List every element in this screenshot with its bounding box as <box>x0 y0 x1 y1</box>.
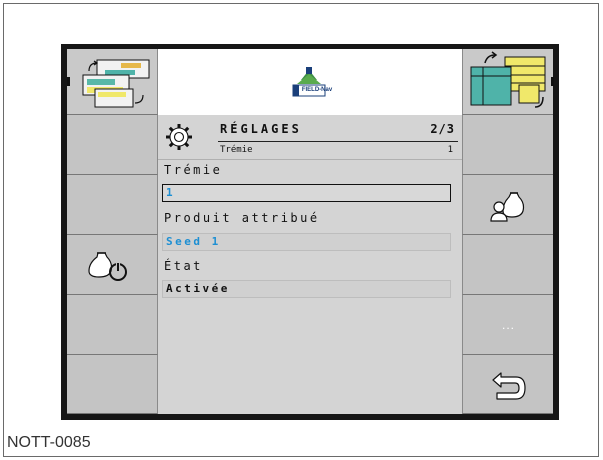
figure-caption: NOTT-0085 <box>7 434 91 451</box>
back-icon <box>492 372 526 400</box>
header-bar: FIELD-Nav <box>158 49 462 115</box>
product-label: Produit attribué <box>164 211 320 225</box>
state-label: État <box>164 259 203 273</box>
softkey-right-3[interactable] <box>462 175 553 235</box>
softkey-right-2[interactable] <box>462 115 553 175</box>
subtitle-value: 1 <box>447 145 453 155</box>
main-panel: FIELD-Nav RÉGLAGES 2/3 Trémie 1 Trémie 1… <box>158 49 462 414</box>
terminal-screen: FIELD-Nav RÉGLAGES 2/3 Trémie 1 Trémie 1… <box>67 49 554 414</box>
title-underline <box>218 141 458 142</box>
softkey-left-5[interactable] <box>67 295 158 355</box>
subtitle-label: Trémie <box>220 145 253 155</box>
title-row: RÉGLAGES 2/3 Trémie 1 <box>158 115 462 159</box>
layout-swap-icon <box>470 51 554 108</box>
softkey-left-3[interactable] <box>67 175 158 235</box>
softkey-right-5[interactable]: ... <box>462 295 553 355</box>
softkey-right-6[interactable] <box>462 355 553 414</box>
page-title: RÉGLAGES <box>220 122 302 136</box>
softkey-right-4[interactable] <box>462 235 553 295</box>
softkey-left-2[interactable] <box>67 115 158 175</box>
softkey-left-1[interactable] <box>67 49 158 115</box>
product-value[interactable]: Seed 1 <box>162 233 451 251</box>
logo-text: FIELD-Nav <box>301 87 333 93</box>
left-softkey-column <box>67 49 158 414</box>
terminal-bezel: FIELD-Nav RÉGLAGES 2/3 Trémie 1 Trémie 1… <box>61 44 559 420</box>
layout-swap-icon <box>67 59 150 108</box>
softkey-right-1[interactable] <box>462 49 554 115</box>
state-value[interactable]: Activée <box>162 280 451 298</box>
softkey-left-6[interactable] <box>67 355 158 414</box>
more-icon: ... <box>501 318 515 332</box>
bag-power-icon <box>88 252 127 281</box>
page-indicator: 2/3 <box>430 122 455 136</box>
hopper-label: Trémie <box>164 163 223 177</box>
softkey-left-4[interactable] <box>67 235 158 295</box>
settings-content: RÉGLAGES 2/3 Trémie 1 Trémie 1 Produit a… <box>158 115 462 414</box>
user-bag-icon <box>490 192 525 222</box>
gear-icon <box>166 124 192 150</box>
right-softkey-column: ... <box>462 49 554 414</box>
field-nav-logo <box>292 67 326 97</box>
divider <box>158 159 462 160</box>
hopper-input[interactable]: 1 <box>162 184 451 202</box>
